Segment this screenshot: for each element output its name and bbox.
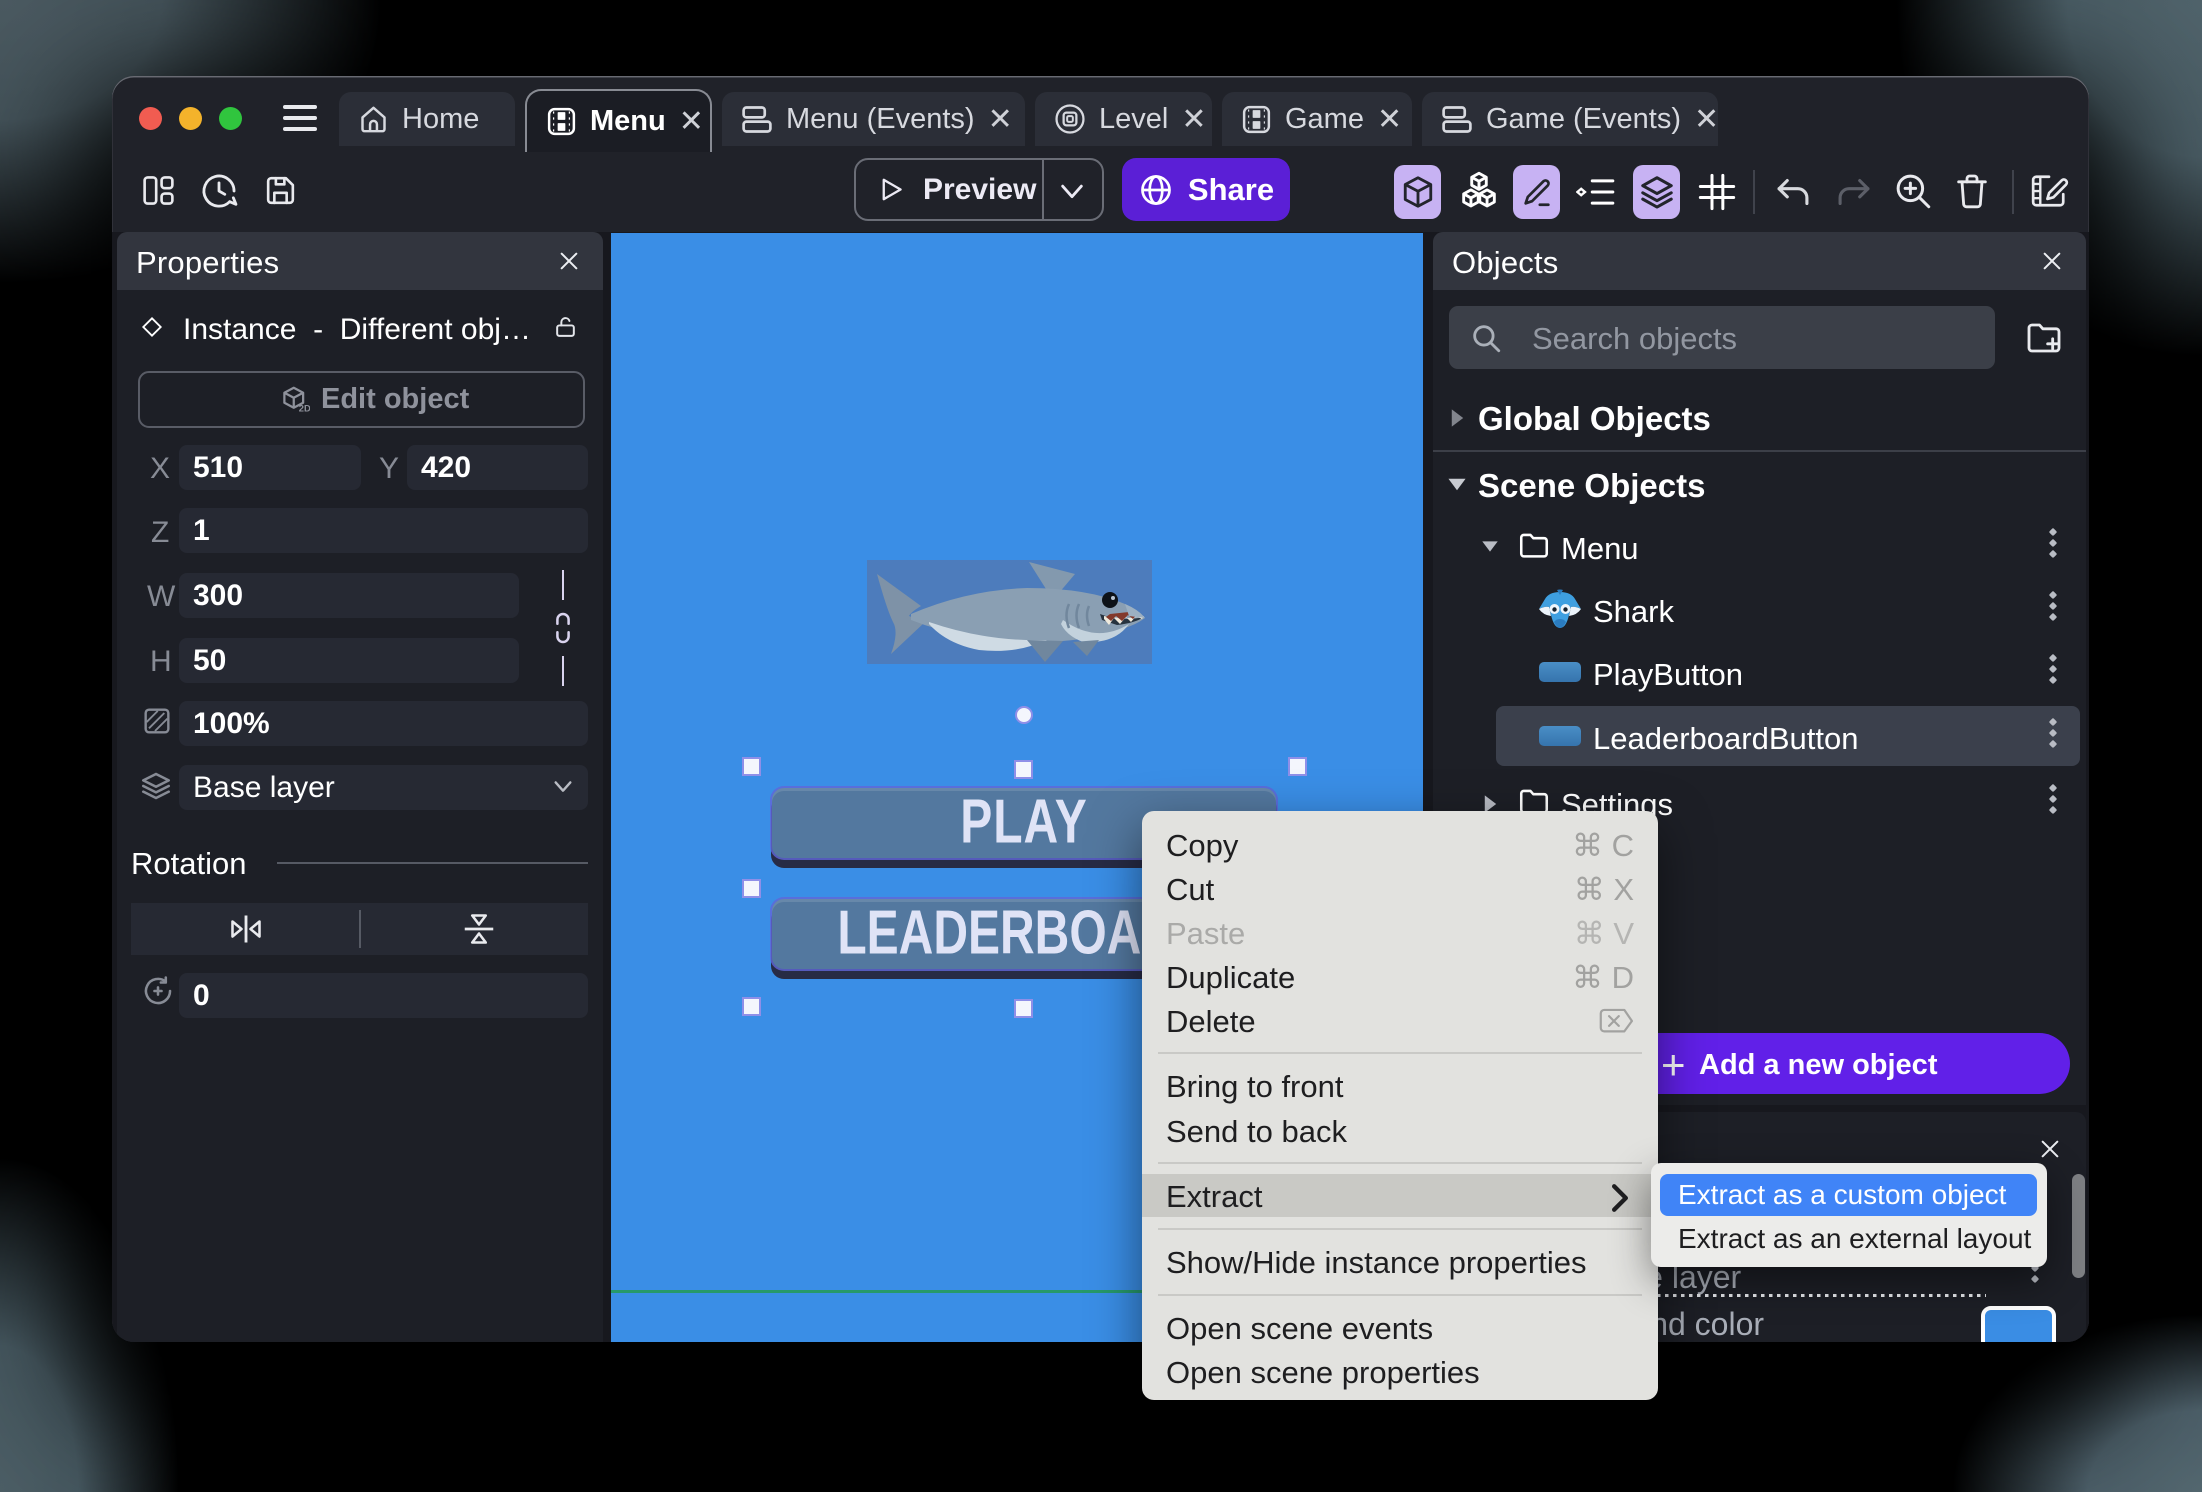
svg-text:2D: 2D xyxy=(299,404,310,414)
